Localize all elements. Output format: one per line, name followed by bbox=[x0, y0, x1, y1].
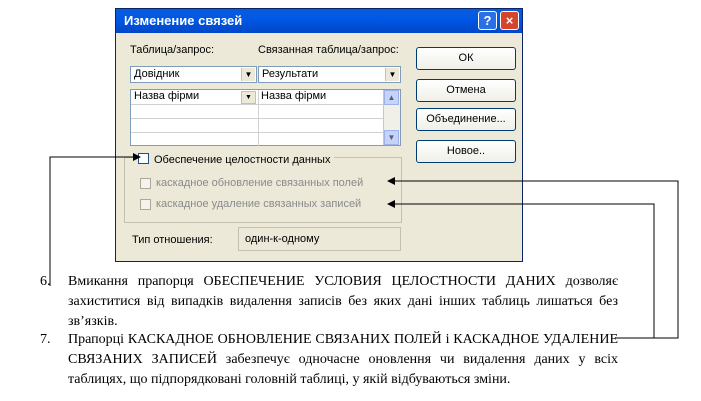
note-6: 6. Вмикання прапорця ОБЕСПЕЧЕНИЕ УСЛОВИЯ… bbox=[40, 272, 618, 332]
note-6-text: Вмикання прапорця ОБЕСПЕЧЕНИЕ УСЛОВИЯ ЦЕ… bbox=[68, 274, 618, 329]
note-6-arrow bbox=[49, 153, 141, 286]
note-7-text: Прапорці КАСКАДНОЕ ОБНОВЛЕНИЕ СВЯЗАНИХ П… bbox=[68, 332, 618, 387]
note-7: 7. Прапорці КАСКАДНОЕ ОБНОВЛЕНИЕ СВЯЗАНИ… bbox=[40, 330, 618, 390]
note-6-number: 6. bbox=[40, 274, 51, 289]
note-7-number: 7. bbox=[40, 332, 51, 347]
